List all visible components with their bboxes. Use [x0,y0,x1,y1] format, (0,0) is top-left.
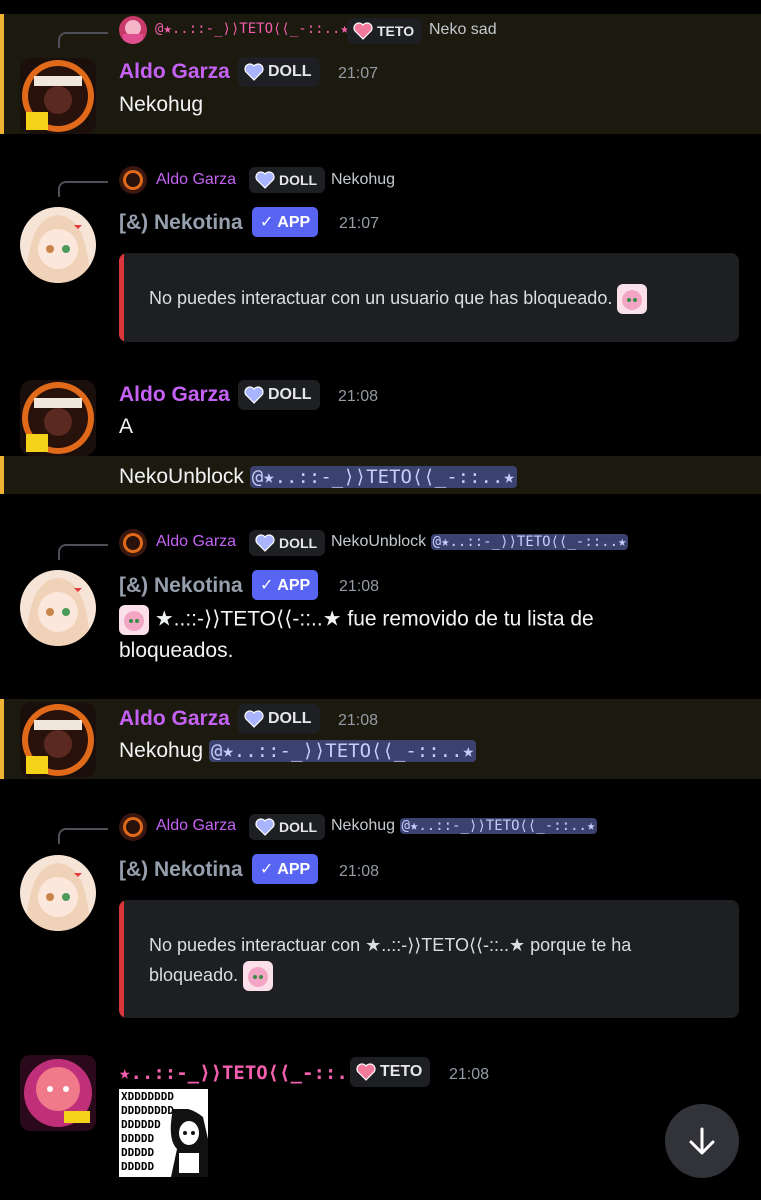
user-mention[interactable]: @★..::-_⟩⟩TETO⟨⟨_-::..★ [249,466,517,488]
reply-author[interactable]: Aldo Garza [156,817,236,835]
reply-role-tag: DOLL [249,814,326,840]
timestamp: 21:08 [339,578,380,595]
blue-heart-icon [255,818,275,836]
author-name[interactable]: [&) Nekotina [119,574,243,598]
scroll-to-bottom-button[interactable] [665,1104,739,1178]
reply-author[interactable]: @★..::-_⟩⟩TETO⟨⟨_-::..★ [155,21,349,37]
embed-text: No puedes interactuar con un usuario que… [149,283,648,315]
message-text: NekoUnblock @★..::-_⟩⟩TETO⟨⟨_-::..★ [119,465,517,488]
app-badge: ✓ APP [252,854,319,884]
blue-heart-icon [244,386,264,404]
timestamp: 21:08 [339,863,380,880]
avatar[interactable] [20,855,96,931]
author-name[interactable]: Aldo Garza [119,383,230,407]
embed-text: No puedes interactuar con ★..::-⟩⟩TETO⟨⟨… [149,935,632,955]
user-mention[interactable]: @★..::-_⟩⟩TETO⟨⟨_-::..★ [399,818,598,834]
author-name[interactable]: [&) Nekotina [119,211,243,235]
timestamp: 21:08 [449,1066,490,1083]
sticker-text: XDDDDDDD [121,1090,174,1103]
blue-heart-icon [244,63,264,81]
pink-heart-icon [356,1063,376,1081]
blue-heart-icon [244,710,264,728]
pink-cat-emoji [119,605,149,635]
avatar[interactable] [20,702,96,778]
blue-heart-icon [255,534,275,552]
embed: No puedes interactuar con ★..::-⟩⟩TETO⟨⟨… [119,900,739,1018]
pink-cat-emoji [617,284,648,315]
avatar[interactable] [20,1055,96,1131]
user-mention[interactable]: @★..::-_⟩⟩TETO⟨⟨_-::..★ [430,534,629,550]
avatar[interactable] [20,570,96,646]
reply-role-tag: TETO [347,18,423,44]
reply-connector [58,32,108,48]
reply-role-tag: DOLL [249,167,326,193]
reply-connector [58,544,108,560]
pink-heart-icon [353,22,373,40]
app-badge: ✓ APP [252,207,319,237]
timestamp: 21:07 [338,65,379,82]
author-name[interactable]: ★..::-_⟩⟩TETO⟨⟨_-::..★ [119,1062,371,1084]
reply-author[interactable]: Aldo Garza [156,533,236,551]
reply-avatar[interactable] [119,166,147,194]
user-mention[interactable]: @★..::-_⟩⟩TETO⟨⟨_-::..★ [208,740,477,762]
reply-text[interactable]: Neko sad [429,21,497,39]
reply-text[interactable]: NekoUnblock @★..::-_⟩⟩TETO⟨⟨_-::..★ [331,533,629,551]
sticker-image[interactable]: XDDDDDDD DDDDDDDD DDDDDD DDDDD DDDDD DDD… [119,1089,208,1177]
avatar[interactable] [20,58,96,134]
role-tag: DOLL [238,704,320,734]
timestamp: 21:08 [338,712,379,729]
timestamp: 21:08 [338,388,379,405]
author-name[interactable]: Aldo Garza [119,707,230,731]
reply-avatar[interactable] [119,529,147,557]
reply-connector [58,181,108,197]
author-name[interactable]: [&) Nekotina [119,858,243,882]
timestamp: 21:07 [339,215,380,232]
message-text: Nekohug @★..::-_⟩⟩TETO⟨⟨_-::..★ [119,739,477,762]
role-tag: DOLL [238,380,320,410]
embed: No puedes interactuar con un usuario que… [119,253,739,342]
reply-avatar[interactable] [119,813,147,841]
author-name[interactable]: Aldo Garza [119,60,230,84]
message-text: Nekohug [119,93,204,116]
avatar[interactable] [20,380,96,456]
app-badge: ✓ APP [252,570,319,600]
reply-author[interactable]: Aldo Garza [156,171,236,189]
blue-heart-icon [255,171,275,189]
pink-cat-emoji [243,961,274,992]
avatar[interactable] [20,207,96,283]
arrow-down-icon [689,1127,715,1155]
reply-connector [58,828,108,844]
message-text: A [119,415,134,438]
embed-text: bloqueado. [149,960,274,992]
reply-role-tag: DOLL [249,530,326,556]
role-tag: DOLL [238,57,320,87]
message-text: bloqueados. [119,639,234,662]
reply-text[interactable]: Nekohug @★..::-_⟩⟩TETO⟨⟨_-::..★ [331,817,598,835]
message-text: ★..::-⟩⟩TETO⟨⟨-::..★ fue removido de tu … [119,605,594,635]
reply-text[interactable]: Nekohug [331,171,395,189]
reply-avatar[interactable] [119,16,147,44]
role-tag: TETO [350,1057,431,1087]
